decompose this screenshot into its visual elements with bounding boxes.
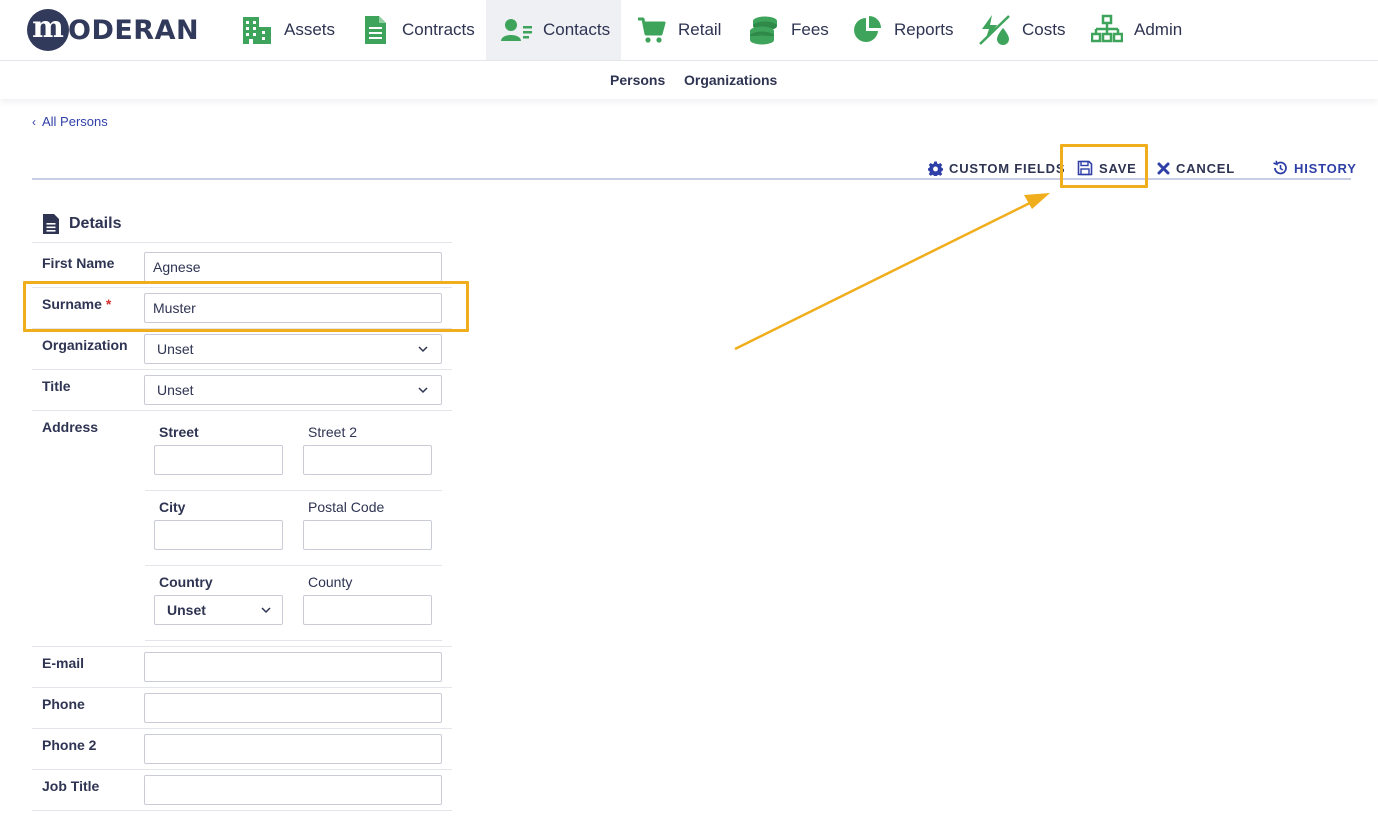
street-label: Street xyxy=(159,424,199,440)
divider xyxy=(32,728,452,729)
first-name-field[interactable] xyxy=(144,252,442,282)
divider xyxy=(145,565,442,566)
cart-icon xyxy=(634,13,668,47)
phone2-field[interactable] xyxy=(144,734,442,764)
document-icon xyxy=(358,13,392,47)
divider xyxy=(32,810,452,811)
annotation-arrow xyxy=(734,193,1050,351)
contact-card-icon xyxy=(499,13,533,47)
title-value: Unset xyxy=(157,382,194,398)
nav-admin[interactable]: Admin xyxy=(1090,0,1182,60)
divider xyxy=(145,490,442,491)
subnav-persons[interactable]: Persons xyxy=(610,72,665,88)
country-label: Country xyxy=(159,574,213,590)
postal-code-label: Postal Code xyxy=(308,499,385,515)
chevron-down-icon xyxy=(261,607,271,614)
back-link-label: All Persons xyxy=(42,114,108,129)
email-label: E-mail xyxy=(42,655,85,671)
surname-highlight-box xyxy=(23,281,469,332)
divider xyxy=(32,687,452,688)
chevron-down-icon xyxy=(418,346,428,353)
logo-mark: m xyxy=(27,9,69,51)
history-button[interactable]: HISTORY xyxy=(1272,159,1357,177)
top-navigation-bar: m ODERAN Assets Contracts Contacts Retai… xyxy=(0,0,1378,61)
subnav-organizations[interactable]: Organizations xyxy=(684,72,777,88)
divider xyxy=(32,410,452,411)
title-select[interactable]: Unset xyxy=(144,375,442,405)
cancel-button[interactable]: CANCEL xyxy=(1157,159,1235,177)
county-label: County xyxy=(308,574,353,590)
logo-wordmark: ODERAN xyxy=(68,14,200,46)
divider xyxy=(32,769,452,770)
chevron-down-icon xyxy=(418,387,428,394)
phone2-label: Phone 2 xyxy=(42,737,97,753)
nav-fees[interactable]: Fees xyxy=(747,0,829,60)
divider xyxy=(32,328,452,329)
nav-retail[interactable]: Retail xyxy=(634,0,721,60)
nav-admin-label: Admin xyxy=(1134,20,1183,39)
postal-code-input[interactable] xyxy=(303,520,432,550)
nav-assets-label: Assets xyxy=(284,20,336,39)
street2-input[interactable] xyxy=(303,445,432,475)
nav-fees-label: Fees xyxy=(791,20,829,39)
sitemap-icon xyxy=(1090,13,1124,47)
organization-value: Unset xyxy=(157,341,194,357)
city-label: City xyxy=(159,499,186,515)
history-label: HISTORY xyxy=(1294,160,1357,176)
pie-chart-icon xyxy=(850,13,884,47)
energy-water-icon xyxy=(978,13,1012,47)
toolbar-divider xyxy=(32,178,1351,180)
country-select[interactable]: Unset xyxy=(154,595,283,625)
organization-label: Organization xyxy=(42,337,128,353)
coins-icon xyxy=(747,13,781,47)
moderan-logo[interactable]: m ODERAN xyxy=(27,9,199,51)
divider xyxy=(32,242,452,243)
job-title-field[interactable] xyxy=(144,775,442,805)
first-name-label: First Name xyxy=(42,255,115,271)
street2-label: Street 2 xyxy=(308,424,358,440)
close-icon xyxy=(1157,162,1170,174)
chevron-left-icon: ‹ xyxy=(32,114,36,129)
sub-navigation: Persons Organizations xyxy=(0,61,1378,99)
nav-contracts[interactable]: Contracts xyxy=(358,0,475,60)
history-icon xyxy=(1273,160,1287,175)
save-highlight-box xyxy=(1060,144,1148,188)
divider xyxy=(32,646,452,647)
phone-label: Phone xyxy=(42,696,85,712)
divider xyxy=(32,369,452,370)
nav-retail-label: Retail xyxy=(678,20,722,39)
address-label: Address xyxy=(42,419,99,435)
custom-fields-label: CUSTOM FIELDS xyxy=(949,160,1066,176)
nav-contacts[interactable]: Contacts xyxy=(486,0,621,60)
nav-assets[interactable]: Assets xyxy=(240,0,335,60)
divider xyxy=(145,640,442,641)
street-input[interactable] xyxy=(154,445,283,475)
back-to-all-persons-link[interactable]: ‹ All Persons xyxy=(32,114,108,129)
title-label: Title xyxy=(42,378,71,394)
nav-contracts-label: Contracts xyxy=(402,20,475,39)
county-input[interactable] xyxy=(303,595,432,625)
country-value: Unset xyxy=(167,602,206,618)
email-field[interactable] xyxy=(144,652,442,682)
organization-select[interactable]: Unset xyxy=(144,334,442,364)
nav-reports[interactable]: Reports xyxy=(850,0,954,60)
buildings-icon xyxy=(240,13,274,47)
cancel-label: CANCEL xyxy=(1176,160,1235,176)
custom-fields-button[interactable]: CUSTOM FIELDS xyxy=(928,159,1065,177)
nav-reports-label: Reports xyxy=(894,20,954,39)
phone-field[interactable] xyxy=(144,693,442,723)
nav-contacts-label: Contacts xyxy=(543,20,611,39)
details-title: Details xyxy=(69,215,122,232)
nav-costs[interactable]: Costs xyxy=(978,0,1065,60)
gear-icon xyxy=(928,160,943,176)
details-section-header: Details xyxy=(42,214,121,234)
nav-costs-label: Costs xyxy=(1022,20,1066,39)
job-title-label: Job Title xyxy=(42,778,100,794)
city-input[interactable] xyxy=(154,520,283,550)
document-icon xyxy=(43,214,59,234)
